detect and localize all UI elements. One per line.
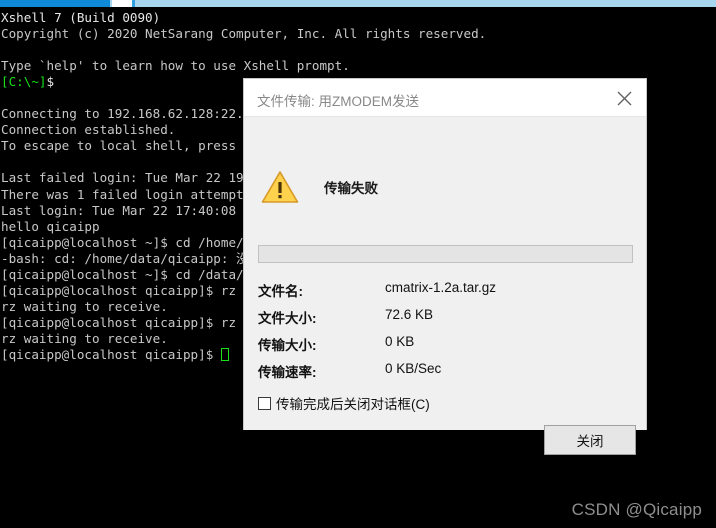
detail-value: 0 KB (385, 334, 415, 349)
xshell-tab-strip[interactable] (0, 0, 716, 7)
dialog-body: 传输失败 文件名: cmatrix-1.2a.tar.gz 文件大小: 72.6… (244, 117, 646, 455)
terminal-line-text: Xshell 7 (Build 0090) (1, 10, 161, 25)
detail-label: 文件大小: (258, 311, 317, 326)
terminal-line-text: [qicaipp@localhost qicaipp]$ rz -E (1, 314, 259, 330)
detail-label: 传输速率: (258, 365, 317, 380)
detail-label: 文件名: (258, 284, 303, 299)
file-transfer-dialog: 文件传输: 用ZMODEM发送 传输失败 文件名: cmatrix-1.2a.t… (243, 78, 647, 455)
terminal-prompt-path: [C:\~] (1, 74, 47, 90)
terminal-line-text: [qicaipp@localhost qicaipp]$ rz -E (1, 282, 259, 298)
dialog-message: 传输失败 (324, 181, 378, 196)
close-on-complete-checkbox[interactable]: 传输完成后关闭对话框(C) (258, 393, 430, 413)
terminal-line: Copyright (c) 2020 NetSarang Computer, I… (1, 26, 716, 42)
terminal-line-text: Type `help' to learn how to use Xshell p… (1, 58, 350, 74)
terminal-line-text: Connecting to 192.168.62.128:22... (1, 106, 259, 122)
terminal-line-text: [qicaipp@localhost qicaipp]$ (1, 346, 221, 362)
detail-row: 文件名: cmatrix-1.2a.tar.gz (258, 280, 638, 306)
checkbox-label: 传输完成后关闭对话框(C) (276, 397, 430, 412)
terminal-line-text: Connection established. (1, 122, 176, 138)
detail-row: 传输速率: 0 KB/Sec (258, 361, 638, 387)
tab-strip-divider (132, 0, 135, 7)
terminal-line-text: rz waiting to receive. (1, 330, 168, 346)
csdn-watermark: CSDN @Qicaipp (571, 500, 702, 519)
terminal-prompt-sigil: $ (46, 74, 55, 90)
detail-value: cmatrix-1.2a.tar.gz (385, 280, 497, 295)
tab-strip-gap-segment (112, 0, 132, 7)
transfer-progress-bar (258, 245, 633, 263)
terminal-cursor (220, 347, 229, 361)
dialog-title: 文件传输: 用ZMODEM发送 (257, 94, 419, 109)
checkbox-box-icon[interactable] (258, 396, 271, 410)
terminal-line-text: Copyright (c) 2020 NetSarang Computer, I… (1, 26, 487, 42)
terminal-line: Xshell 7 (Build 0090) (1, 10, 716, 26)
dialog-titlebar[interactable]: 文件传输: 用ZMODEM发送 (244, 79, 646, 117)
detail-value: 0 KB/Sec (385, 361, 442, 376)
warning-triangle-icon (261, 170, 299, 204)
terminal-line-text: hello qicaipp (1, 218, 100, 234)
tab-strip-active-segment[interactable] (0, 0, 110, 7)
detail-row: 文件大小: 72.6 KB (258, 307, 638, 333)
detail-value: 72.6 KB (385, 307, 434, 322)
detail-row: 传输大小: 0 KB (258, 334, 638, 360)
detail-label: 传输大小: (258, 338, 317, 353)
close-button[interactable]: 关闭 (544, 425, 636, 455)
terminal-line: Type `help' to learn how to use Xshell p… (1, 58, 716, 74)
terminal-line-text: rz waiting to receive. (1, 298, 168, 314)
close-icon[interactable] (602, 79, 646, 117)
